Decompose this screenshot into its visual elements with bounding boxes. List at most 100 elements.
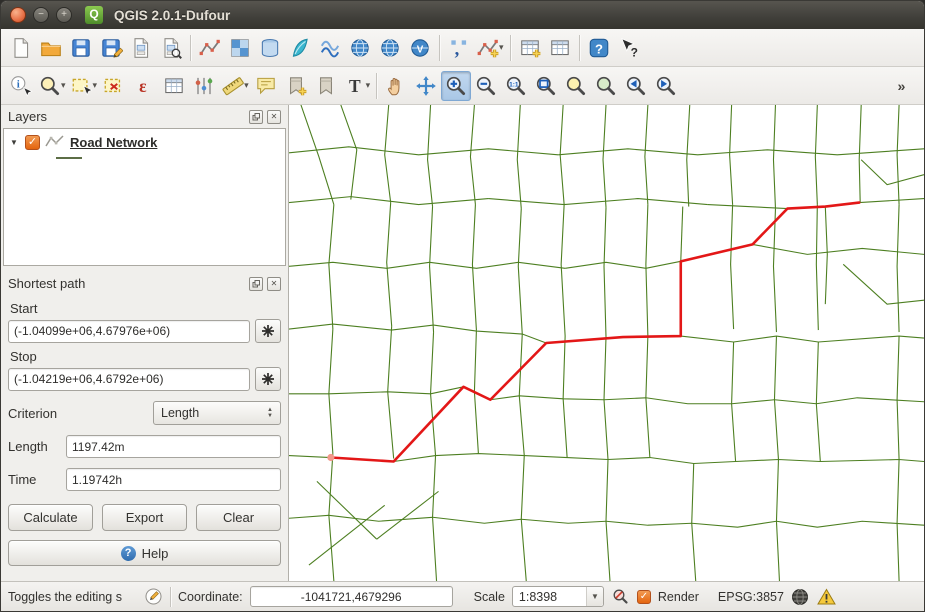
- open-attribute-table-button[interactable]: [159, 71, 189, 101]
- layer-label[interactable]: Road Network: [70, 135, 157, 150]
- map-tips-button[interactable]: [251, 71, 281, 101]
- pan-map-button[interactable]: [381, 71, 411, 101]
- export-button[interactable]: Export: [102, 504, 187, 531]
- add-postgis-layer-button[interactable]: [255, 33, 285, 63]
- save-project-button[interactable]: [66, 33, 96, 63]
- zoom-out-button[interactable]: [471, 71, 501, 101]
- layers-panel: Layers ✕ ▼ ✓ Road N: [1, 105, 288, 268]
- select-features-button-dropdown[interactable]: ▾: [93, 80, 98, 91]
- file-and-layers-toolbar: V, ▾??: [1, 29, 924, 67]
- attributes-and-navigation-toolbar: i▾▾ε▾T▾1:1»: [1, 67, 924, 105]
- render-checkbox[interactable]: ✓: [637, 590, 651, 604]
- text-annotation-button-dropdown[interactable]: ▾: [366, 80, 371, 91]
- criterion-combobox[interactable]: Length ▲▼: [153, 401, 281, 425]
- layer-expander-icon[interactable]: ▼: [10, 138, 20, 147]
- add-mssql-layer-button[interactable]: [315, 33, 345, 63]
- scale-value: 1:8398: [519, 590, 557, 604]
- measure-button[interactable]: ▾: [219, 71, 251, 101]
- toolbar-overflow-button[interactable]: »: [889, 71, 919, 101]
- combo-spin-arrows-icon[interactable]: ▲▼: [267, 407, 273, 419]
- zoom-next-button[interactable]: [651, 71, 681, 101]
- help-button[interactable]: ? Help: [8, 540, 281, 566]
- zoom-to-layer-icon: [594, 74, 618, 98]
- identify-features-icon: i: [9, 74, 33, 98]
- start-input[interactable]: [8, 320, 250, 343]
- start-label: Start: [10, 301, 279, 316]
- vector-line-layer-icon: [45, 134, 65, 151]
- new-spatialite-layer-button[interactable]: [515, 33, 545, 63]
- open-project-button[interactable]: [36, 33, 66, 63]
- window-minimize-button[interactable]: −: [33, 7, 49, 23]
- layers-panel-float-button[interactable]: [249, 110, 263, 124]
- deselect-features-button[interactable]: [99, 71, 129, 101]
- capture-point-icon: [261, 372, 275, 386]
- criterion-label: Criterion: [8, 406, 57, 421]
- composer-manager-icon: [159, 36, 183, 60]
- help-contents-button[interactable]: ?: [584, 33, 614, 63]
- layer-visibility-checkbox[interactable]: ✓: [25, 135, 40, 150]
- new-print-composer-button[interactable]: [126, 33, 156, 63]
- new-spatialite-layer-icon: [518, 36, 542, 60]
- calculate-button[interactable]: Calculate: [8, 504, 93, 531]
- shortest-path-close-button[interactable]: ✕: [267, 277, 281, 291]
- new-shapefile-layer-button[interactable]: ▾: [474, 33, 506, 63]
- zoom-native-button[interactable]: 1:1: [501, 71, 531, 101]
- scale-dropdown-arrow[interactable]: ▼: [586, 587, 603, 606]
- svg-text:V: V: [417, 44, 424, 55]
- new-project-button[interactable]: [6, 33, 36, 63]
- remove-layer-button[interactable]: [545, 33, 575, 63]
- text-annotation-button[interactable]: T▾: [341, 71, 373, 101]
- add-delimited-text-layer-button[interactable]: ,: [444, 33, 474, 63]
- select-features-button[interactable]: ▾: [68, 71, 100, 101]
- map-canvas[interactable]: [289, 105, 924, 581]
- capture-stop-point-button[interactable]: [255, 367, 281, 391]
- coordinate-input[interactable]: [250, 586, 453, 607]
- help-icon: ?: [121, 546, 136, 561]
- map-tips-icon: [254, 74, 278, 98]
- feature-action-button[interactable]: ▾: [36, 71, 68, 101]
- zoom-in-icon: [444, 74, 468, 98]
- add-spatialite-layer-button[interactable]: [285, 33, 315, 63]
- layer-item-road-network[interactable]: ▼ ✓ Road Network: [10, 134, 279, 151]
- title-bar[interactable]: − + Q QGIS 2.0.1-Dufour: [1, 1, 924, 29]
- capture-point-icon: [261, 324, 275, 338]
- add-wfs-layer-button[interactable]: V: [405, 33, 435, 63]
- new-shapefile-layer-button-dropdown[interactable]: ▾: [499, 42, 504, 53]
- capture-start-point-button[interactable]: [255, 319, 281, 343]
- messages-button[interactable]: [817, 587, 836, 606]
- window-maximize-button[interactable]: +: [56, 7, 72, 23]
- shortest-path-float-button[interactable]: [249, 277, 263, 291]
- zoom-in-button[interactable]: [441, 71, 471, 101]
- crs-status-button[interactable]: [791, 587, 810, 606]
- time-output[interactable]: [66, 468, 281, 491]
- add-wcs-layer-button[interactable]: [375, 33, 405, 63]
- layers-panel-close-button[interactable]: ✕: [267, 110, 281, 124]
- identify-features-button[interactable]: i: [6, 71, 36, 101]
- window-close-button[interactable]: [10, 7, 26, 23]
- scale-combobox[interactable]: 1:8398 ▼: [512, 586, 604, 607]
- feature-action-button-dropdown[interactable]: ▾: [61, 80, 66, 91]
- editing-status-icon[interactable]: [144, 587, 163, 606]
- pan-to-selection-button[interactable]: [411, 71, 441, 101]
- add-vector-layer-button[interactable]: [195, 33, 225, 63]
- field-calculator-button[interactable]: [189, 71, 219, 101]
- add-wms-layer-button[interactable]: [345, 33, 375, 63]
- zoom-full-button[interactable]: [531, 71, 561, 101]
- zoom-to-selection-button[interactable]: [561, 71, 591, 101]
- new-bookmark-button[interactable]: [281, 71, 311, 101]
- stop-rendering-button[interactable]: [611, 587, 630, 606]
- zoom-to-layer-button[interactable]: [591, 71, 621, 101]
- whats-this-button[interactable]: ?: [614, 33, 644, 63]
- add-raster-layer-button[interactable]: [225, 33, 255, 63]
- layers-tree[interactable]: ▼ ✓ Road Network: [3, 128, 286, 266]
- composer-manager-button[interactable]: [156, 33, 186, 63]
- stop-input[interactable]: [8, 368, 250, 391]
- measure-button-dropdown[interactable]: ▾: [244, 80, 249, 91]
- show-bookmarks-button[interactable]: [311, 71, 341, 101]
- add-mssql-layer-icon: [318, 36, 342, 60]
- clear-button[interactable]: Clear: [196, 504, 281, 531]
- select-by-expression-button[interactable]: ε: [129, 71, 159, 101]
- length-output[interactable]: [66, 435, 281, 458]
- save-project-as-button[interactable]: [96, 33, 126, 63]
- zoom-last-button[interactable]: [621, 71, 651, 101]
